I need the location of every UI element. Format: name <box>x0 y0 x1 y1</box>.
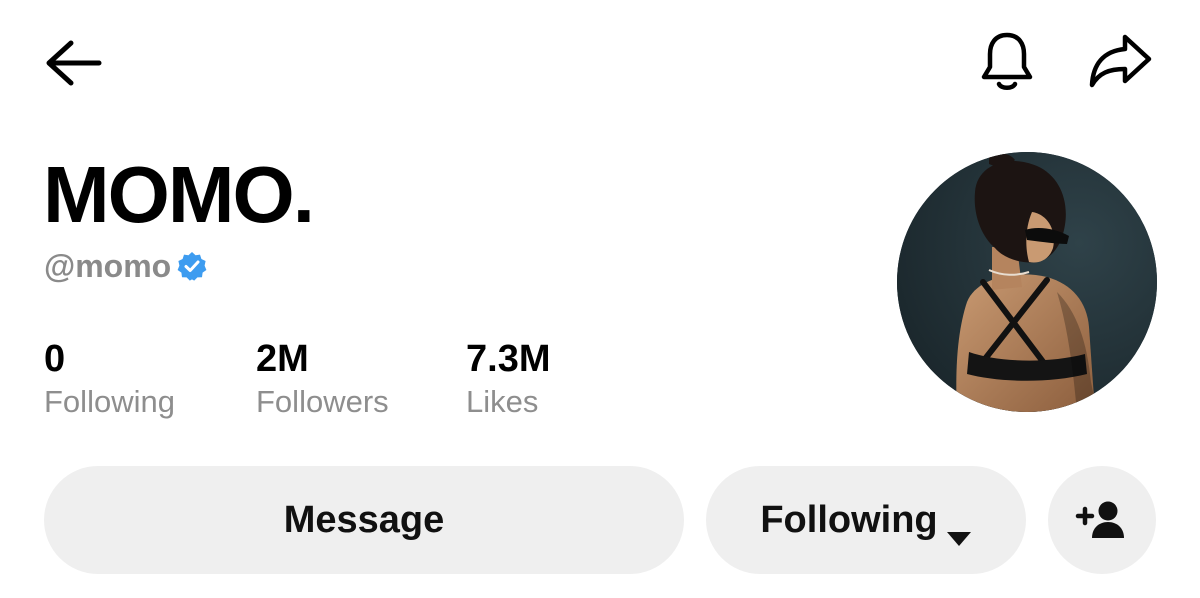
profile-photo <box>897 152 1157 412</box>
avatar[interactable] <box>897 152 1157 412</box>
arrow-left-icon <box>46 40 102 86</box>
bell-icon <box>981 32 1033 90</box>
following-label: Following <box>44 384 175 419</box>
username-handle: @momo <box>44 248 172 284</box>
display-name: MOMO. <box>43 150 315 239</box>
notification-button[interactable] <box>974 28 1040 94</box>
verified-badge-icon <box>177 251 207 281</box>
likes-count: 7.3M <box>466 338 551 380</box>
back-button[interactable] <box>40 34 106 92</box>
following-button[interactable]: Following <box>706 466 1026 574</box>
stat-following[interactable]: 0 Following <box>44 336 175 422</box>
message-button[interactable]: Message <box>44 466 684 574</box>
followers-label: Followers <box>256 384 389 419</box>
handle-row: @momo <box>44 246 207 286</box>
caret-down-icon <box>946 514 972 546</box>
add-friend-button[interactable] <box>1048 466 1156 574</box>
profile-page: MOMO. @momo 0 Following 2M Followers 7.3… <box>0 0 1200 598</box>
stat-followers[interactable]: 2M Followers <box>256 336 389 422</box>
likes-label: Likes <box>466 384 539 419</box>
followers-count: 2M <box>256 338 309 380</box>
following-button-label: Following <box>760 498 938 541</box>
stat-likes: 7.3M Likes <box>466 336 550 422</box>
add-user-icon <box>1075 501 1124 538</box>
share-button[interactable] <box>1084 28 1156 94</box>
following-count: 0 <box>44 338 66 380</box>
share-forward-icon <box>1089 34 1152 88</box>
